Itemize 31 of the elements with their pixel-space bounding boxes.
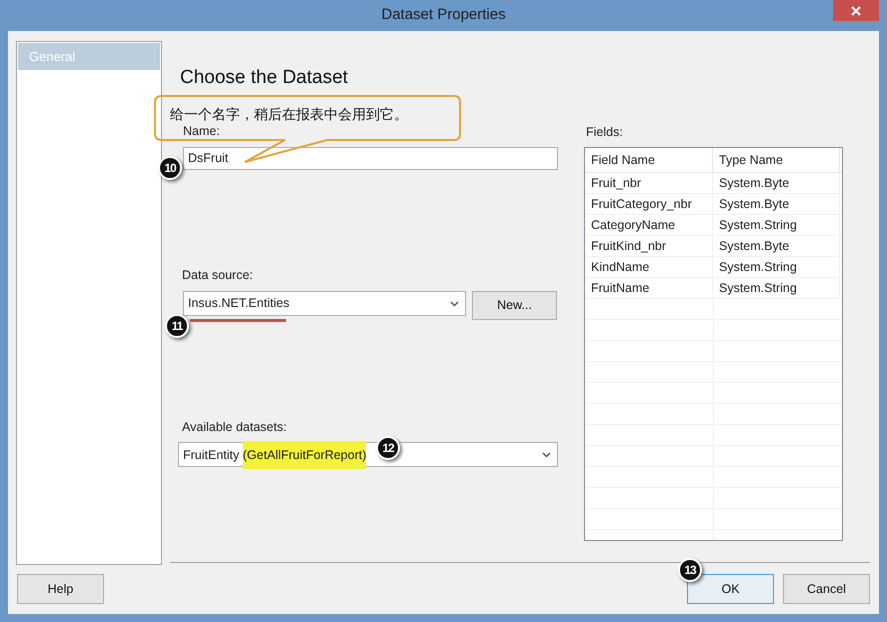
help-button[interactable]: Help xyxy=(17,574,104,604)
field-label: Name: xyxy=(183,123,220,140)
field-label: Available datasets: xyxy=(182,419,287,436)
section-heading: Choose the Dataset xyxy=(180,66,348,90)
table-cell: System.Byte xyxy=(713,236,840,256)
caret-icon xyxy=(450,300,459,306)
column-header[interactable]: Type Name xyxy=(713,148,840,172)
column-header[interactable]: Field Name xyxy=(585,148,713,172)
table-cell: FruitName xyxy=(585,278,713,298)
table-cell: Fruit_nbr xyxy=(585,173,713,193)
caret-icon xyxy=(542,452,551,458)
table-cell: KindName xyxy=(585,257,713,277)
table-cell: FruitKind_nbr xyxy=(585,236,713,256)
field-label: Data source: xyxy=(182,267,253,284)
name-input[interactable]: DsFruit xyxy=(183,147,558,170)
window-title: Dataset Properties xyxy=(381,5,506,26)
callout-text: 给一个名字，稍后在报表中会用到它。 xyxy=(170,105,408,124)
table-cell: System.String xyxy=(713,215,840,235)
table-cell: System.Byte xyxy=(713,173,840,193)
table-cell: System.String xyxy=(713,257,840,277)
table-cell: System.Byte xyxy=(713,194,840,214)
field-label: Fields: xyxy=(586,124,623,141)
close-button[interactable] xyxy=(833,0,879,21)
table-cell: FruitCategory_nbr xyxy=(585,194,713,214)
cancel-button[interactable]: Cancel xyxy=(783,574,870,604)
table-cell: System.String xyxy=(713,278,840,298)
ok-button[interactable]: OK xyxy=(687,574,774,604)
new-button[interactable]: New... xyxy=(472,291,557,320)
table-cell: CategoryName xyxy=(585,215,713,235)
close-icon xyxy=(851,6,861,16)
data-source-dropdown[interactable]: Insus.NET.Entities xyxy=(183,291,466,316)
